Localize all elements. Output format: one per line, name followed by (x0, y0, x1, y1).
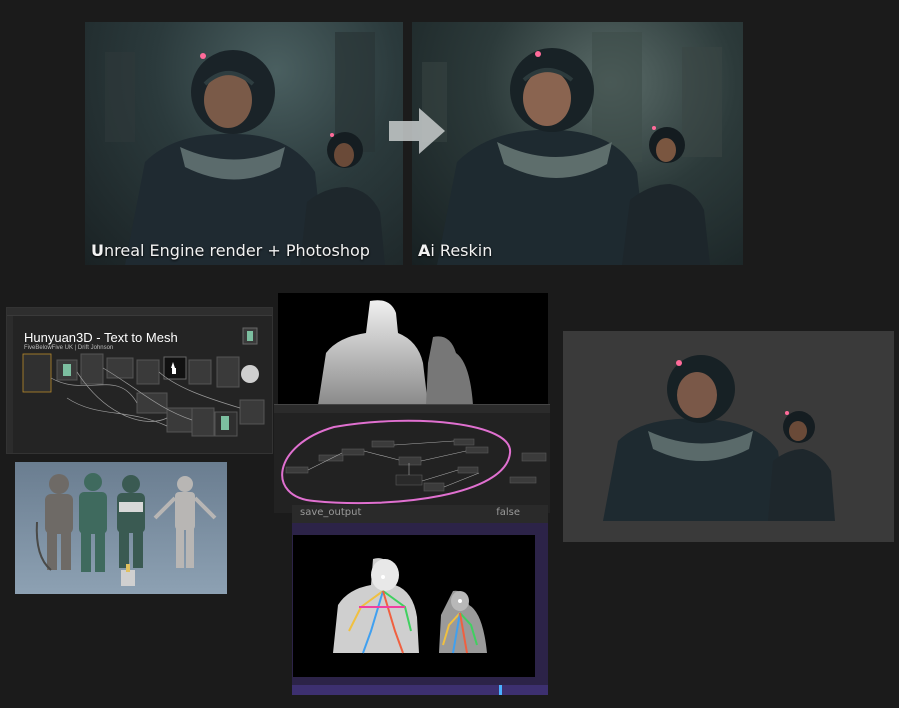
ai-reskin-image: Ai Reskin (412, 22, 743, 265)
pose-preview (293, 535, 535, 677)
models-illustration (35, 473, 217, 586)
composite-illustration (603, 355, 835, 521)
workflow-graph-illustration (274, 405, 550, 505)
output-slider[interactable] (292, 685, 548, 695)
highlight-circle (281, 419, 512, 505)
right-caption: Ai Reskin (418, 241, 493, 260)
depth-map-illustration (318, 300, 473, 405)
save-output-value[interactable]: false (496, 507, 520, 518)
save-output-bar: save_output false (292, 505, 548, 523)
ai-reskin-illustration (422, 32, 722, 265)
save-output-node: save_output false (292, 505, 548, 695)
slider-handle[interactable] (499, 685, 502, 695)
unreal-render-image: Unreal Engine render + Photoshop (85, 22, 403, 265)
workflow-graph (7, 316, 265, 453)
pose-illustration (333, 558, 487, 654)
depth-map-image (278, 293, 548, 405)
workflow-node-graph (274, 404, 550, 513)
hunyuan-workflow-screenshot: Hunyuan3D - Text to Mesh FiveBelowFive U… (6, 307, 273, 454)
save-output-label: save_output (300, 507, 362, 518)
right-arrow-icon (389, 108, 445, 154)
left-caption: Unreal Engine render + Photoshop (91, 241, 370, 260)
unreal-render-illustration (105, 32, 385, 265)
rigged-models-render (15, 462, 227, 594)
composite-cutout-image (563, 331, 894, 542)
